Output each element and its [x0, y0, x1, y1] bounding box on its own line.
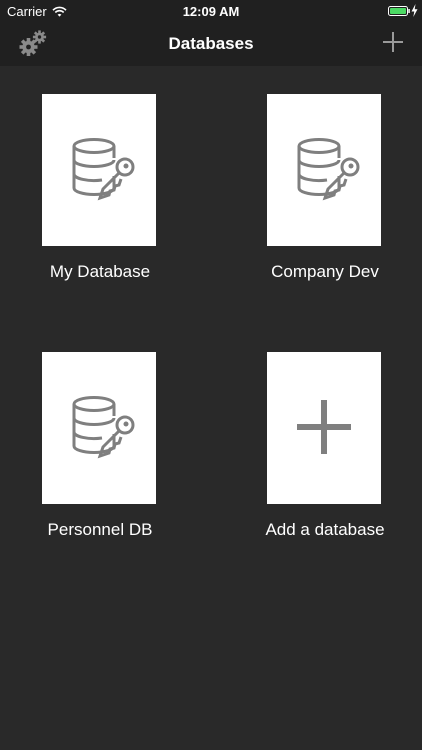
database-label: Company Dev [271, 262, 379, 281]
database-card[interactable] [42, 352, 156, 504]
database-card[interactable] [42, 94, 156, 246]
top-bar: Carrier 12:09 AM Databases [0, 0, 422, 66]
database-key-icon [297, 138, 360, 201]
status-bar: Carrier 12:09 AM [0, 0, 422, 22]
database-key-icon [72, 396, 135, 459]
database-card[interactable] [267, 94, 381, 246]
page-title: Databases [168, 34, 254, 53]
battery-icon [388, 6, 410, 16]
plus-icon[interactable] [382, 31, 404, 53]
status-time: 12:09 AM [182, 4, 240, 19]
charging-bolt-icon [411, 4, 418, 17]
screen: Carrier 12:09 AM Databases My Database C… [0, 0, 422, 750]
database-key-icon [72, 138, 135, 201]
database-label: Personnel DB [47, 520, 153, 539]
nav-bar: Databases [0, 22, 422, 66]
plus-icon [297, 400, 351, 454]
add-database-card[interactable] [267, 352, 381, 504]
database-label: My Database [49, 262, 151, 281]
add-database-label: Add a database [265, 520, 385, 539]
